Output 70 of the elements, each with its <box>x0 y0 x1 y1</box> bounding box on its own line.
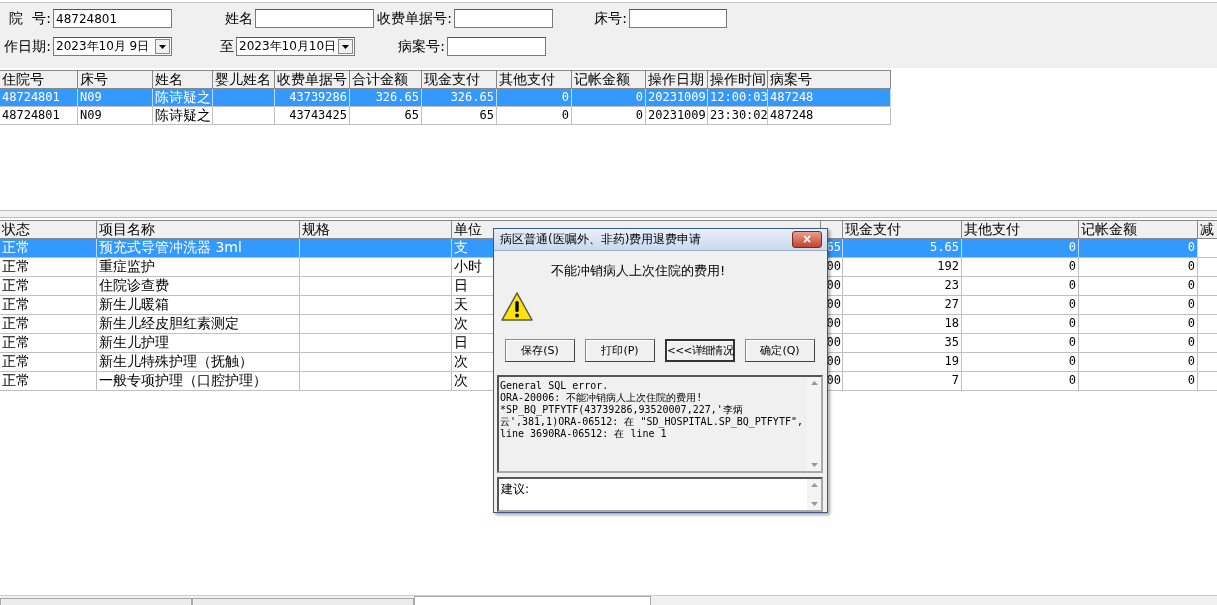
field-label: 病案号: <box>397 37 445 56</box>
table-cell: 0 <box>1079 277 1198 296</box>
table-cell: 0 <box>1079 296 1198 315</box>
table-cell: 48724801 <box>0 107 78 125</box>
table-cell: 19 <box>843 353 962 372</box>
table-cell: 20231009 <box>646 107 708 125</box>
error-message: 不能冲销病人上次住院的费用! <box>551 262 726 280</box>
table-cell: 0 <box>1079 315 1198 334</box>
table-cell: 0 <box>572 107 646 125</box>
table-cell: 正常 <box>0 372 97 391</box>
table-cell: 新生儿特殊护理（抚触） <box>97 353 300 372</box>
table-cell: 正常 <box>0 277 97 296</box>
table-cell: 重症监护 <box>97 258 300 277</box>
table-cell: N09 <box>78 107 153 125</box>
table-cell: 0 <box>1079 353 1198 372</box>
table-cell: 预充式导管冲洗器 3ml <box>97 239 300 258</box>
table-cell: 487248 <box>768 107 891 125</box>
field-label: 收费单据号: <box>376 9 452 28</box>
table-cell: 65 <box>350 107 422 125</box>
table-cell: 一般专项护理（口腔护理） <box>97 372 300 391</box>
table-cell: 0 <box>497 107 572 125</box>
table-cell: 新生儿暖箱 <box>97 296 300 315</box>
table-cell: 新生儿护理 <box>97 334 300 353</box>
table-cell: 新生儿经皮胆红素测定 <box>97 315 300 334</box>
table-cell: 正常 <box>0 315 97 334</box>
table-cell: 0 <box>1079 334 1198 353</box>
table-cell: 陈诗疑之 <box>153 89 213 107</box>
table-cell: 0 <box>962 372 1079 391</box>
table-cell: 5.65 <box>843 239 962 258</box>
field-label: 床号: <box>593 9 627 28</box>
table-cell: N09 <box>78 89 153 107</box>
table-cell: 正常 <box>0 353 97 372</box>
table-cell: 0 <box>962 353 1079 372</box>
table-cell: 正常 <box>0 296 97 315</box>
table-cell: 43739286 <box>275 89 350 107</box>
table-cell: 0 <box>1079 372 1198 391</box>
table-cell: 正常 <box>0 334 97 353</box>
table-cell: 0 <box>962 239 1079 258</box>
table-cell: 18 <box>843 315 962 334</box>
table-cell: 正常 <box>0 239 97 258</box>
table-cell: 0 <box>1079 258 1198 277</box>
table-cell: 0 <box>962 315 1079 334</box>
table-cell: 0 <box>962 277 1079 296</box>
table-cell: 0 <box>962 296 1079 315</box>
table-cell: 正常 <box>0 258 97 277</box>
table-cell: 43743425 <box>275 107 350 125</box>
table-cell: 20231009 <box>646 89 708 107</box>
table-cell: 0 <box>1079 239 1198 258</box>
table-cell: 23 <box>843 277 962 296</box>
table-cell: 65 <box>422 107 497 125</box>
table-cell: 住院诊查费 <box>97 277 300 296</box>
table-cell: 48724801 <box>0 89 78 107</box>
table-cell: 23:30:02 <box>708 107 768 125</box>
table-cell: 0 <box>962 258 1079 277</box>
field-label: 院 号: <box>8 9 51 28</box>
field-label: 姓名 <box>224 9 253 28</box>
table-cell: 7 <box>843 372 962 391</box>
table-cell: 35 <box>843 334 962 353</box>
table-cell: 326.65 <box>350 89 422 107</box>
table-cell: 487248 <box>768 89 891 107</box>
field-label: 作日期: <box>3 37 51 56</box>
field-label: 至 <box>219 37 234 56</box>
table-cell: 0 <box>572 89 646 107</box>
table-cell: 陈诗疑之 <box>153 107 213 125</box>
table-cell: 192 <box>843 258 962 277</box>
table-cell: 0 <box>497 89 572 107</box>
table-cell: 27 <box>843 296 962 315</box>
table-cell: 0 <box>962 334 1079 353</box>
table-cell: 326.65 <box>422 89 497 107</box>
table-cell: 12:00:03 <box>708 89 768 107</box>
